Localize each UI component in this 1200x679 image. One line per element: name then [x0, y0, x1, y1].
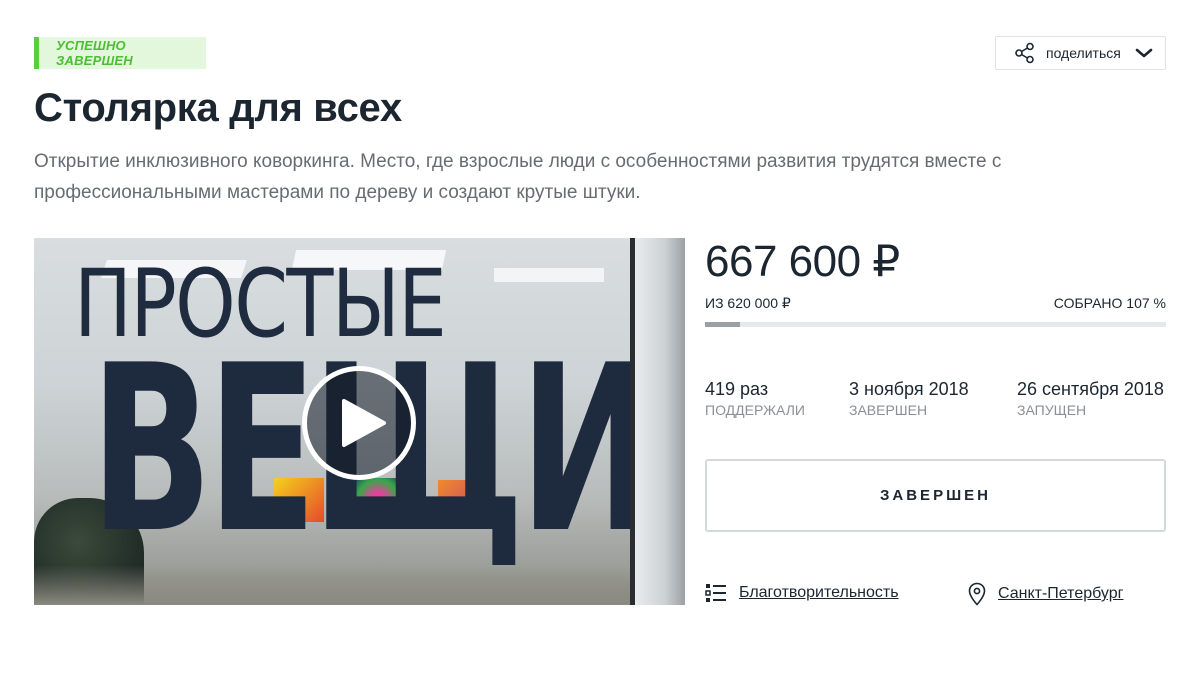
page-title: Столярка для всех: [34, 86, 402, 130]
video-background: [630, 238, 685, 605]
location-link[interactable]: Санкт-Петербург: [998, 585, 1123, 603]
share-dropdown[interactable]: поделиться: [995, 36, 1166, 70]
list-icon: [705, 584, 726, 602]
funding-progress-fill: [705, 322, 740, 327]
stat-label: ЗАВЕРШЕН: [849, 402, 928, 418]
play-button[interactable]: [302, 366, 416, 480]
share-icon: [1015, 42, 1034, 64]
stat-label: ЗАПУЩЕН: [1017, 402, 1087, 418]
location-link-group: Санкт-Петербург: [968, 582, 1123, 606]
status-badge: УСПЕШНО ЗАВЕРШЕН: [34, 37, 206, 69]
stat-launch-date: 26 сентября 2018 ЗАПУЩЕН: [1017, 378, 1164, 419]
category-link[interactable]: Благотворительность: [739, 584, 899, 602]
category-link-group: Благотворительность: [705, 582, 899, 604]
stat-value: 419 раз: [705, 379, 769, 399]
goal-amount: ИЗ 620 000 ₽: [705, 295, 791, 311]
location-pin-icon: [968, 582, 986, 606]
video-background: [494, 268, 604, 282]
stat-label: ПОДДЕРЖАЛИ: [705, 402, 805, 418]
stat-finished-date: 3 ноября 2018 ЗАВЕРШЕН: [849, 378, 969, 419]
stat-value: 3 ноября 2018: [849, 379, 969, 399]
play-icon: [342, 399, 386, 447]
stat-backers: 419 раз ПОДДЕРЖАЛИ: [705, 378, 805, 419]
collected-percent: СОБРАНО 107 %: [1053, 295, 1166, 311]
status-badge-label: УСПЕШНО ЗАВЕРШЕН: [56, 38, 133, 68]
chevron-down-icon: [1135, 48, 1153, 58]
project-description: Открытие инклюзивного коворкинга. Место,…: [34, 151, 1002, 203]
raised-amount: 667 600 ₽: [705, 237, 900, 286]
funding-progress-bar: [705, 322, 1166, 327]
stat-value: 26 сентября 2018: [1017, 379, 1164, 399]
video-player[interactable]: ПРОСТЫЕ ВЕЩИ: [34, 238, 685, 605]
share-label: поделиться: [1046, 45, 1121, 61]
finished-button[interactable]: ЗАВЕРШЕН: [705, 459, 1166, 532]
